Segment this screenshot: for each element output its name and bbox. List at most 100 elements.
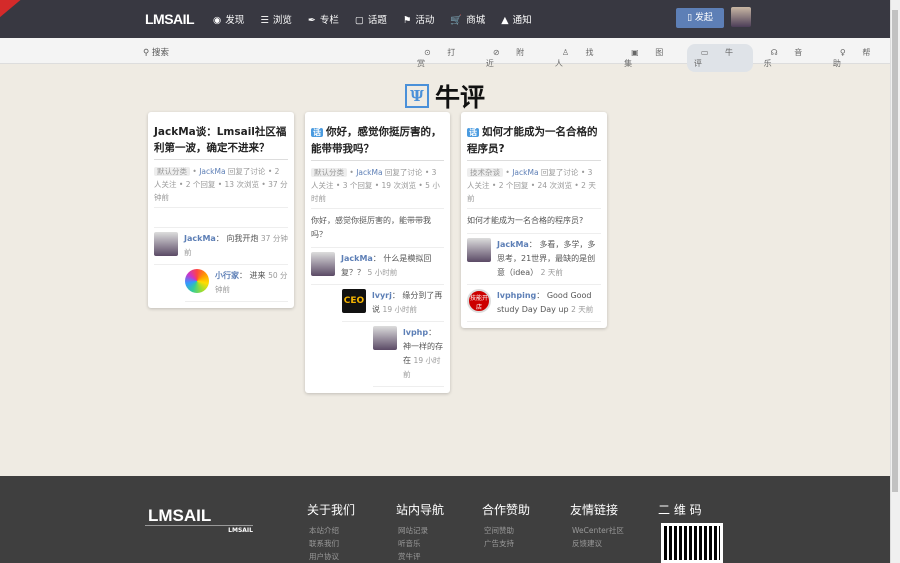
footer-col-title: 友情链接 xyxy=(570,503,619,517)
nav-label: 通知 xyxy=(512,15,532,26)
footer-logo: LMSAIL xyxy=(148,506,212,525)
search-placeholder: 搜索 xyxy=(151,48,169,58)
scrollbar-thumb[interactable] xyxy=(892,10,898,492)
category-badge[interactable]: 技术杂谈 xyxy=(467,168,503,177)
comment-body: 小行家： 进来 50 分钟前 xyxy=(215,271,288,294)
footer: LMSAIL LMSAIL 关于我们本站介绍 联系我们 用户协议 站内导航网站记录 听音… xyxy=(0,476,890,563)
commenter-avatar[interactable] xyxy=(373,326,397,350)
publish-button[interactable]: ▯ 发起 xyxy=(676,8,724,28)
nav-label: 浏览 xyxy=(272,15,292,26)
footer-link[interactable]: 本站介绍 xyxy=(307,524,355,537)
footer-link[interactable]: 网站记录 xyxy=(396,524,444,537)
comment-body: lvphp： 神一样的存在 19 小时前 xyxy=(403,328,443,379)
footer-link[interactable]: 联系我们 xyxy=(307,537,355,550)
card-title[interactable]: 话你好，感觉你挺厉害的，能带带我吗？ xyxy=(311,124,444,161)
comment-user[interactable]: lvphp xyxy=(403,328,428,337)
comment-time: 5 小时前 xyxy=(367,268,398,277)
nav-item-通知[interactable]: ▲ 通知 xyxy=(501,12,531,26)
qr-code xyxy=(661,523,723,563)
site-logo[interactable]: LMSAIL xyxy=(145,11,195,27)
topic-tag-icon: 话 xyxy=(311,128,323,137)
commenter-avatar[interactable] xyxy=(185,269,209,293)
discussion-card: 话你好，感觉你挺厉害的，能带带我吗？ 默认分类 • JackMa 回复了讨论 • … xyxy=(305,112,450,393)
nav-item-专栏[interactable]: ✒ 专栏 xyxy=(308,12,339,26)
commenter-avatar[interactable]: 技能开店 xyxy=(467,289,491,313)
card-title-text[interactable]: 如何才能成为一名合格的程序员? xyxy=(467,126,598,155)
footer-col-title: 站内导航 xyxy=(396,503,445,517)
commenter-avatar[interactable] xyxy=(154,232,178,256)
footer-link[interactable]: 空间赞助 xyxy=(482,524,530,537)
commenter-avatar[interactable] xyxy=(467,238,491,262)
comment-user[interactable]: lvyrj xyxy=(372,291,392,300)
card-title-text[interactable]: 你好，感觉你挺厉害的，能带带我吗？ xyxy=(311,126,442,155)
subnav-item[interactable]: ⊙ 打赏 xyxy=(410,44,475,72)
footer-col-title: 关于我们 xyxy=(307,503,356,517)
page-title-text: 牛评 xyxy=(435,83,486,112)
card-title[interactable]: 话如何才能成为一名合格的程序员? xyxy=(467,124,601,161)
footer-column: 关于我们本站介绍 联系我们 用户协议 xyxy=(307,501,355,563)
subnav-item[interactable]: ⊘ 附近 xyxy=(479,44,544,72)
category-badge[interactable]: 默认分类 xyxy=(311,168,347,177)
subnav-item[interactable]: ▣ 图集 xyxy=(617,44,683,72)
main-nav: ◉ 发现 ☰ 浏览 ✒ 专栏 ▢ 话题 ⚑ 活动 🛒 商城 ▲ 通知 xyxy=(213,12,532,26)
page-title: Ψ 牛评 xyxy=(405,78,485,114)
pen-icon: ✒ xyxy=(307,15,316,26)
card-title-text[interactable]: JackMa谈：Lmsail社区福利第一波，确定不进来？ xyxy=(154,126,286,154)
meta-user[interactable]: JackMa xyxy=(356,168,382,177)
search-input[interactable]: ⚲ 搜索 xyxy=(143,46,169,58)
subnav-item[interactable]: ☊ 音乐 xyxy=(757,44,822,72)
footer-column: 合作赞助 空间赞助 广告支持 xyxy=(482,501,530,550)
niuping-logo-icon: Ψ xyxy=(405,84,429,108)
nav-item-话题[interactable]: ▢ 话题 xyxy=(355,12,387,26)
nav-item-活动[interactable]: ⚑ 活动 xyxy=(403,12,435,26)
comment: JackMa： 什么是模拟回复？？ 5 小时前 xyxy=(311,248,444,285)
list-icon: ☰ xyxy=(260,15,269,26)
footer-logo-sub: LMSAIL xyxy=(145,525,253,534)
footer-link[interactable]: 反馈建议 xyxy=(570,537,624,550)
comment-user[interactable]: JackMa xyxy=(184,234,216,243)
card-meta: 技术杂谈 • JackMa 回复了讨论 • 3 人关注 • 2 个回复 • 24… xyxy=(467,161,601,209)
comment-time: 2 天前 xyxy=(571,305,594,314)
footer-link[interactable]: 赏牛评 xyxy=(396,550,444,563)
comment: lvphp： 神一样的存在 19 小时前 xyxy=(373,322,444,387)
footer-link[interactable]: 听音乐 xyxy=(396,537,444,550)
meta-user[interactable]: JackMa xyxy=(512,168,538,177)
discussion-card: JackMa谈：Lmsail社区福利第一波，确定不进来？ 默认分类 • JackM… xyxy=(148,112,294,308)
subnav-item[interactable]: ♙ 找人 xyxy=(548,44,613,72)
footer-col-title: 二 维 码 xyxy=(658,503,702,517)
subnav-item[interactable]: ▭ 牛评 xyxy=(686,44,753,72)
nav-label: 发现 xyxy=(225,15,245,26)
subnav-item[interactable]: ♀ 帮助 xyxy=(826,44,890,72)
comment-body: lvyrj： 缘分到了再说 19 小时前 xyxy=(372,291,443,314)
footer-link[interactable]: 用户协议 xyxy=(307,550,355,563)
comment-body: lvphping： Good Good study Day Day up 2 天… xyxy=(497,291,594,314)
participants-row xyxy=(154,208,288,228)
comment-user[interactable]: JackMa xyxy=(497,240,529,249)
footer-link[interactable]: WeCenter社区 xyxy=(570,524,624,537)
eye-icon: ◉ xyxy=(213,15,222,26)
nav-item-商城[interactable]: 🛒 商城 xyxy=(450,12,485,26)
footer-link[interactable]: 广告支持 xyxy=(482,537,530,550)
meta-user[interactable]: JackMa xyxy=(199,167,225,176)
comment-user[interactable]: 小行家 xyxy=(215,271,239,280)
comment-user[interactable]: lvphping xyxy=(497,291,536,300)
comment-body: JackMa： 向我开炮 37 分钟前 xyxy=(184,234,288,257)
card-title[interactable]: JackMa谈：Lmsail社区福利第一波，确定不进来？ xyxy=(154,124,288,160)
nav-item-浏览[interactable]: ☰ 浏览 xyxy=(260,12,292,26)
footer-column: 友情链接 WeCenter社区 反馈建议 xyxy=(570,501,624,550)
comment-time: 19 小时前 xyxy=(382,305,417,314)
commenter-avatar[interactable] xyxy=(311,252,335,276)
commenter-avatar[interactable]: CEO xyxy=(342,289,366,313)
user-avatar[interactable] xyxy=(731,7,751,27)
comment: JackMa： 向我开炮 37 分钟前 xyxy=(154,228,288,265)
card-meta: 默认分类 • JackMa 回复了讨论 • 3 人关注 • 3 个回复 • 19… xyxy=(311,161,444,209)
bell-icon: ▲ xyxy=(501,15,509,26)
category-badge[interactable]: 默认分类 xyxy=(154,167,190,176)
card-meta: 默认分类 • JackMa 回复了讨论 • 2 人关注 • 2 个回复 • 13… xyxy=(154,160,288,208)
nav-label: 专栏 xyxy=(319,15,339,26)
comment-time: 2 天前 xyxy=(540,268,563,277)
nav-item-发现[interactable]: ◉ 发现 xyxy=(213,12,244,26)
comment-user[interactable]: JackMa xyxy=(341,254,373,263)
sub-navbar: ⚲ 搜索 ⊙ 打赏 ⊘ 附近 ♙ 找人 ▣ 图集 ▭ 牛评 ☊ 音乐 ♀ 帮助 xyxy=(0,38,890,72)
card-description: 如何才能成为一名合格的程序员? xyxy=(467,209,601,234)
